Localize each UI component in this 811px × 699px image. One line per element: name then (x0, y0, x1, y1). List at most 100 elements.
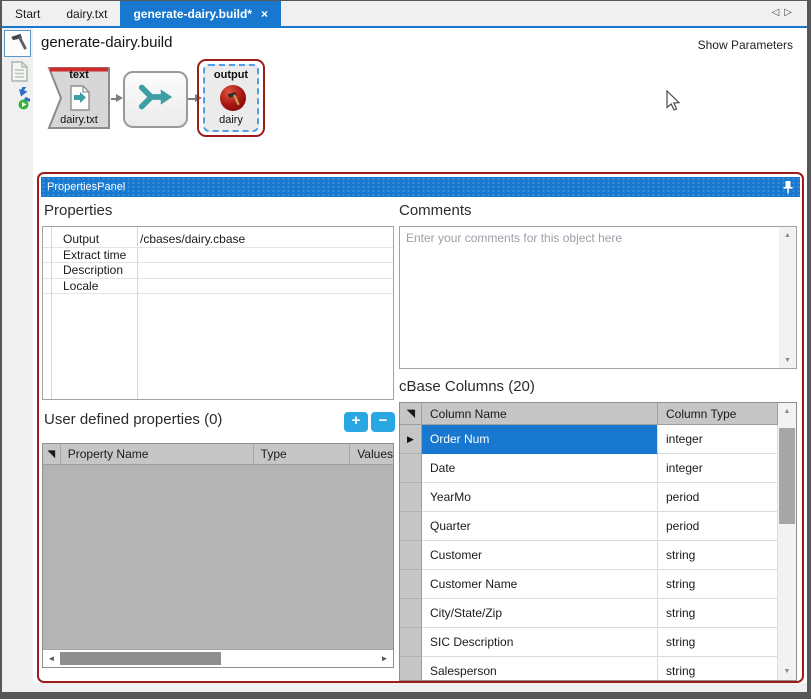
flow-node-text-input[interactable]: text dairy.txt (47, 66, 111, 130)
horizontal-scrollbar[interactable]: ◄ ► (43, 649, 393, 667)
window-border (0, 692, 811, 699)
select-all-corner[interactable] (43, 444, 61, 464)
table-row[interactable]: Quarterperiod (400, 512, 796, 541)
panel-titlebar[interactable]: PropertiesPanel (41, 177, 800, 197)
select-all-corner[interactable] (400, 403, 422, 425)
scroll-down-icon[interactable]: ▼ (778, 663, 796, 680)
vertical-scrollbar[interactable]: ▲ ▼ (779, 227, 796, 368)
property-row[interactable]: Output/cbases/dairy.cbase (43, 232, 393, 248)
chevron-left-icon[interactable]: ◁ (772, 7, 785, 18)
node-type-label: text (47, 69, 111, 81)
scroll-right-icon[interactable]: ► (376, 650, 393, 667)
property-value[interactable]: /cbases/dairy.cbase (134, 232, 393, 246)
row-header-cell[interactable] (400, 657, 422, 681)
tab-dairy-txt[interactable]: dairy.txt (53, 1, 120, 26)
table-row[interactable]: City/State/Zipstring (400, 599, 796, 628)
row-header-cell[interactable] (400, 454, 422, 483)
column-type-cell[interactable]: integer (658, 425, 778, 454)
column-header[interactable]: Column Name (422, 403, 658, 425)
cbase-columns-heading: cBase Columns (20) (399, 378, 535, 395)
tab-label: dairy.txt (66, 7, 107, 21)
row-header-cell[interactable] (400, 512, 422, 541)
vertical-scrollbar[interactable]: ▲ ▼ (778, 403, 796, 680)
page-title: generate-dairy.build (41, 34, 172, 51)
flow-node-transform[interactable] (123, 71, 188, 128)
scroll-up-icon[interactable]: ▲ (778, 403, 796, 420)
row-header-cell[interactable] (400, 541, 422, 570)
remove-property-button[interactable]: − (371, 412, 395, 432)
scrollbar-thumb[interactable] (60, 652, 221, 665)
user-properties-table: Property Name Type Values ◄ ► (42, 443, 394, 668)
column-name-cell[interactable]: Date (422, 454, 658, 483)
select-all-triangle-icon (404, 407, 417, 420)
property-row[interactable]: Locale (43, 279, 393, 295)
script-document-button[interactable] (8, 62, 30, 86)
property-row[interactable]: Extract time (43, 248, 393, 264)
column-name-cell[interactable]: Customer Name (422, 570, 658, 599)
table-row[interactable]: Customer Namestring (400, 570, 796, 599)
row-header-cell[interactable] (400, 628, 422, 657)
add-property-button[interactable]: + (344, 412, 368, 432)
tab-label: generate-dairy.build* (133, 7, 251, 21)
scroll-up-icon[interactable]: ▲ (779, 227, 796, 243)
user-properties-empty-body (43, 465, 393, 649)
row-header-cell[interactable] (400, 570, 422, 599)
scroll-left-icon[interactable]: ◄ (43, 650, 60, 667)
table-row[interactable]: Customerstring (400, 541, 796, 570)
column-type-cell[interactable]: string (658, 541, 778, 570)
column-type-cell[interactable]: period (658, 483, 778, 512)
column-type-cell[interactable]: string (658, 599, 778, 628)
column-type-cell[interactable]: string (658, 570, 778, 599)
status-strip (2, 683, 807, 692)
column-type-cell[interactable]: string (658, 657, 778, 681)
row-header-cell[interactable]: ▶ (400, 425, 422, 454)
row-header-cell[interactable] (400, 483, 422, 512)
scrollbar-track[interactable] (778, 420, 796, 663)
column-type-cell[interactable]: string (658, 628, 778, 657)
column-name-cell[interactable]: YearMo (422, 483, 658, 512)
scroll-down-icon[interactable]: ▼ (779, 352, 796, 368)
show-parameters-link[interactable]: Show Parameters (698, 38, 793, 52)
scrollbar-thumb[interactable] (779, 428, 795, 524)
column-header[interactable]: Property Name (61, 444, 254, 464)
refresh-run-icon (6, 87, 30, 116)
column-name-cell[interactable]: Order Num (422, 425, 658, 454)
table-row[interactable]: Salespersonstring (400, 657, 796, 681)
column-header[interactable]: Type (254, 444, 351, 464)
column-name-cell[interactable]: Customer (422, 541, 658, 570)
table-row[interactable]: Dateinteger (400, 454, 796, 483)
chevron-right-icon[interactable]: ▷ (784, 7, 797, 18)
table-row[interactable]: ▶Order Numinteger (400, 425, 796, 454)
column-name-cell[interactable]: Quarter (422, 512, 658, 541)
properties-panel: PropertiesPanel Properties Output/cbases… (37, 172, 804, 683)
column-type-cell[interactable]: period (658, 512, 778, 541)
property-row[interactable]: Description (43, 263, 393, 279)
table-row[interactable]: YearMoperiod (400, 483, 796, 512)
tab-label: Start (15, 7, 40, 21)
window-border (807, 0, 811, 699)
table-row[interactable]: SIC Descriptionstring (400, 628, 796, 657)
column-header[interactable]: Column Type (658, 403, 778, 425)
column-type-cell[interactable]: integer (658, 454, 778, 483)
window-border (0, 0, 811, 1)
build-mode-button[interactable] (4, 30, 31, 57)
transform-arrows-icon (137, 82, 175, 117)
cbase-columns-table: Column Name Column Type ▶Order Numintege… (399, 402, 797, 681)
left-toolbar (2, 28, 33, 683)
run-build-button[interactable] (5, 88, 31, 114)
comments-box: ▲ ▼ (399, 226, 797, 369)
column-name-cell[interactable]: Salesperson (422, 657, 658, 681)
column-name-cell[interactable]: City/State/Zip (422, 599, 658, 628)
pin-icon[interactable] (782, 180, 794, 198)
close-icon[interactable]: × (261, 7, 268, 21)
column-header[interactable]: Values (350, 444, 393, 464)
tab-scroll-arrows[interactable]: ◁▷ (772, 7, 797, 18)
comments-input[interactable] (400, 227, 780, 368)
scrollbar-track[interactable] (60, 650, 376, 667)
tab-generate-dairy-build[interactable]: generate-dairy.build* × (120, 1, 281, 26)
panel-title: PropertiesPanel (47, 181, 125, 193)
property-label: Output (43, 232, 134, 246)
tab-start[interactable]: Start (2, 1, 53, 26)
column-name-cell[interactable]: SIC Description (422, 628, 658, 657)
row-header-cell[interactable] (400, 599, 422, 628)
